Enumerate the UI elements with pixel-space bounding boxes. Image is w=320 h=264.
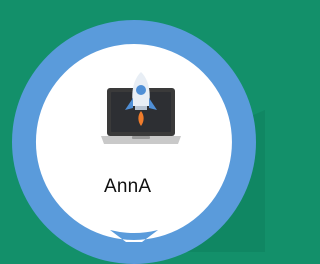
desktop-background: { "app": { "label": "AnnA", "icon": "roc… <box>0 0 265 264</box>
app-label[interactable]: AnnA <box>104 176 151 198</box>
rocket-laptop-icon[interactable] <box>99 70 183 148</box>
